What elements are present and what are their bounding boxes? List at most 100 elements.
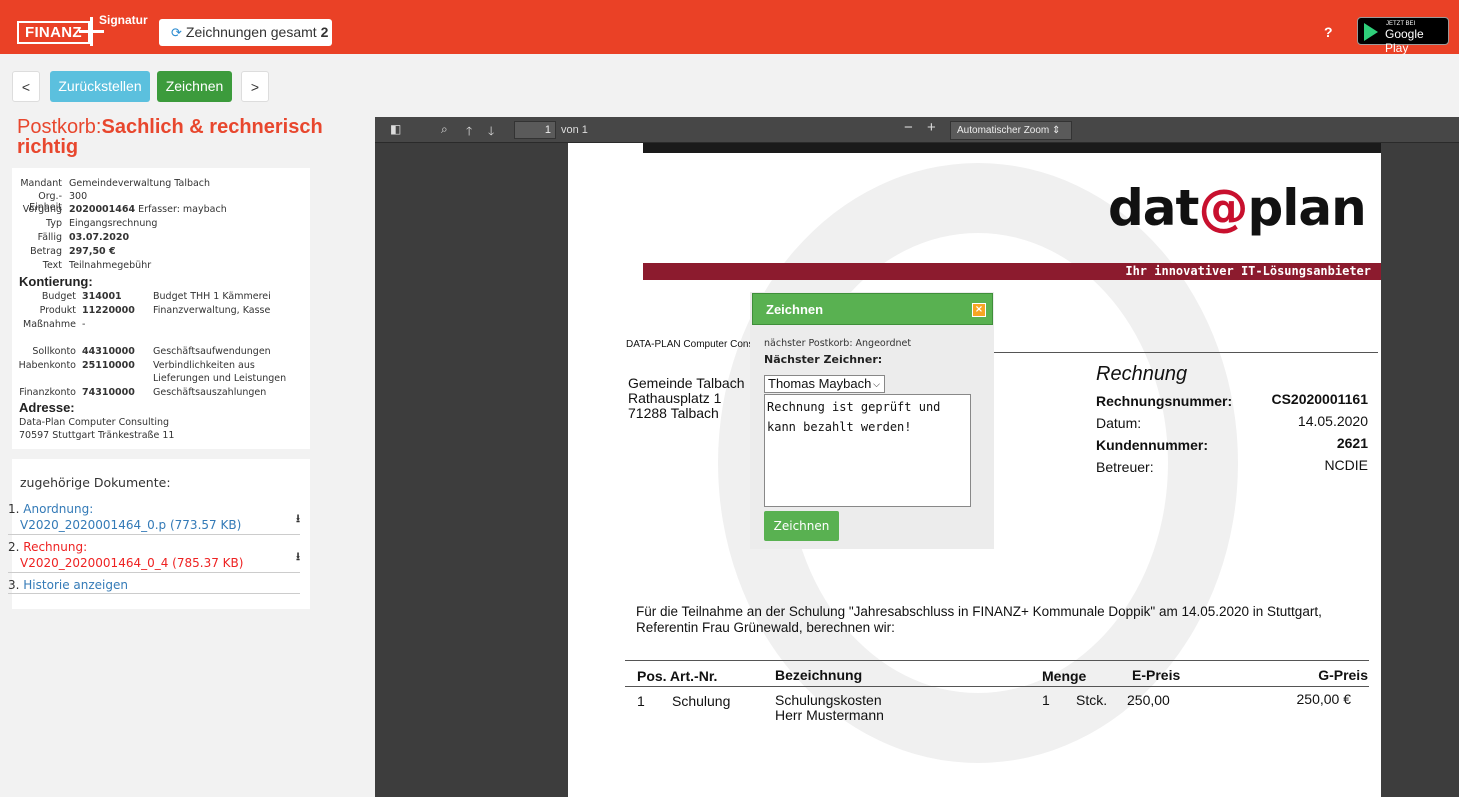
dialog-sign-button[interactable]: Zeichnen [764,511,839,541]
vorgang-value: 2020001464 [69,204,136,215]
finanz-signatur-logo[interactable]: FINANZ Signatur [17,10,148,46]
row-quantity: 1 [1042,692,1050,708]
page-number-input[interactable]: 1 [514,121,556,139]
date-label: Datum: [1096,415,1142,431]
table-top-rule [625,660,1369,661]
logo-plus-horizontal [79,30,104,33]
product-label: Produkt [39,305,76,316]
company-tagline: Ihr innovativer IT-Lösungsanbieter [1125,264,1371,278]
dialog-header[interactable]: Zeichnen [752,293,993,325]
product-value: 11220000 [82,305,135,316]
dialog-title: Zeichnen [766,302,824,317]
debit-account-value: 44310000 [82,346,135,357]
column-quantity: Menge [1042,668,1087,684]
app: FINANZ Signatur ⟳ Zeichnungen gesamt 2 ? … [0,0,1459,797]
document-file-link[interactable]: V2020_2020001464_0_4 (785.37 KB) [8,555,300,571]
budget-label: Budget [41,291,76,302]
sign-dialog: Zeichnen × nächster Postkorb: Angeordnet… [750,292,994,549]
customer-number-value: 2621 [1336,435,1368,451]
invoice-number-value: CS2020001161 [1271,391,1368,407]
sign-button[interactable]: Zeichnen [157,71,232,102]
mandant-label: Mandant [20,178,62,189]
budget-value: 314001 [82,291,122,302]
measure-label: Maßnahme [23,319,76,330]
sender-line: DATA-PLAN Computer Cons [626,339,754,350]
next-postkorb-text: nächster Postkorb: Angeordnet [764,338,912,349]
date-value: 14.05.2020 [1297,413,1368,429]
previous-button[interactable]: < [12,71,40,102]
play-store-icon [1364,23,1378,41]
advisor-label: Betreuer: [1096,459,1154,475]
customer-number-label: Kundennummer: [1096,437,1208,453]
download-icon[interactable]: ⭳ [296,549,300,565]
row-position: 1 [637,693,645,709]
kontierung-heading: Kontierung: [19,274,93,289]
postkorb-title: Postkorb:Sachlich & rechnerisch richtig [17,117,347,157]
sync-icon: ⟳ [171,25,182,40]
row-description-1: Schulungskosten [775,692,882,708]
address-heading: Adresse: [19,400,75,415]
due-value: 03.07.2020 [69,232,130,243]
address-line-1: Data-Plan Computer Consulting [19,417,170,428]
credit-account-label: Habenkonto [18,360,76,371]
header-rule [643,143,1381,153]
total-signatures-button[interactable]: ⟳ Zeichnungen gesamt 2 [159,19,332,46]
history-link[interactable]: Historie anzeigen [23,578,128,592]
next-button[interactable]: > [241,71,269,102]
sidebar-toggle-icon[interactable]: ◧ [390,122,401,136]
product-desc: Finanzverwaltung, Kasse [153,305,271,316]
help-button[interactable]: ? [1324,24,1333,40]
comment-textarea[interactable]: Rechnung ist geprüft und kann bezahlt we… [764,394,971,507]
next-signer-select[interactable]: Thomas Maybach ⌵ [764,375,885,393]
sender-rule [993,352,1378,353]
logo-superscript: Signatur [99,13,148,27]
document-item-rechnung[interactable]: 2. Rechnung: V2020_2020001464_0_4 (785.3… [8,539,300,573]
intro-line-1: Für die Teilnahme an der Schulung "Jahre… [636,604,1322,619]
row-description-2: Herr Mustermann [775,707,884,723]
zoom-out-icon[interactable]: − [904,119,913,136]
total-signatures-count: 2 [320,24,329,40]
due-label: Fällig [37,232,62,243]
amount-value: 297,50 € [69,246,116,257]
credit-account-value: 25110000 [82,360,135,371]
chevron-updown-icon: ⇕ [1052,125,1061,136]
related-documents-panel: zugehörige Dokumente: 1. Anordnung: V202… [8,459,310,609]
amount-label: Betrag [30,246,62,257]
close-icon[interactable]: × [972,303,986,317]
address-line-2: 70597 Stuttgart Tränkestraße 11 [19,430,175,441]
zoom-value: Automatischer Zoom [957,125,1050,136]
mandant-value: Gemeindeverwaltung Talbach [69,178,211,189]
column-description: Bezeichnung [775,667,863,683]
document-item-history[interactable]: 3. Historie anzeigen [8,577,300,594]
previous-page-icon[interactable]: 🡑 [466,122,472,143]
zoom-select[interactable]: Automatischer Zoom ⇕ [950,121,1072,140]
row-unit: Stck. [1076,692,1108,708]
vorgang-label: Vorgang [22,204,62,215]
reset-button[interactable]: Zurückstellen [50,71,150,102]
search-icon[interactable]: ⌕ [441,122,448,137]
next-page-icon[interactable]: 🡓 [488,122,494,143]
related-documents-heading: zugehörige Dokumente: [20,475,171,490]
document-item-anordnung[interactable]: 1. Anordnung: V2020_2020001464_0.p (773.… [8,501,300,535]
download-icon[interactable]: ⭳ [296,511,300,527]
document-title[interactable]: Anordnung: [23,502,93,516]
zoom-in-icon[interactable]: + [927,119,936,136]
recipient-line-1: Gemeinde Talbach [628,375,745,391]
debit-account-label: Sollkonto [32,346,76,357]
credit-account-desc-2: Lieferungen und Leistungen [153,373,287,384]
document-file-link[interactable]: V2020_2020001464_0.p (773.57 KB) [8,517,300,533]
typ-label: Typ [46,218,62,229]
dataplan-logo: dat@plan [1108,179,1367,237]
document-info-panel: Mandant Gemeindeverwaltung Talbach Org.-… [12,168,310,449]
document-title[interactable]: Rechnung: [23,540,87,554]
finance-account-label: Finanzkonto [19,387,76,398]
chevron-down-icon: ⌵ [873,379,880,389]
debit-account-desc: Geschäftsaufwendungen [153,346,271,357]
typ-value: Eingangsrechnung [69,218,158,229]
next-signer-label: Nächster Zeichner: [764,353,883,366]
recipient-line-2: Rathausplatz 1 [628,390,722,406]
page-count: von 1 [561,124,588,136]
row-total-price: 250,00 € [1296,691,1352,707]
text-value: Teilnahmegebühr [69,260,152,271]
google-play-badge[interactable]: JETZT BEI Google Play [1357,17,1449,55]
